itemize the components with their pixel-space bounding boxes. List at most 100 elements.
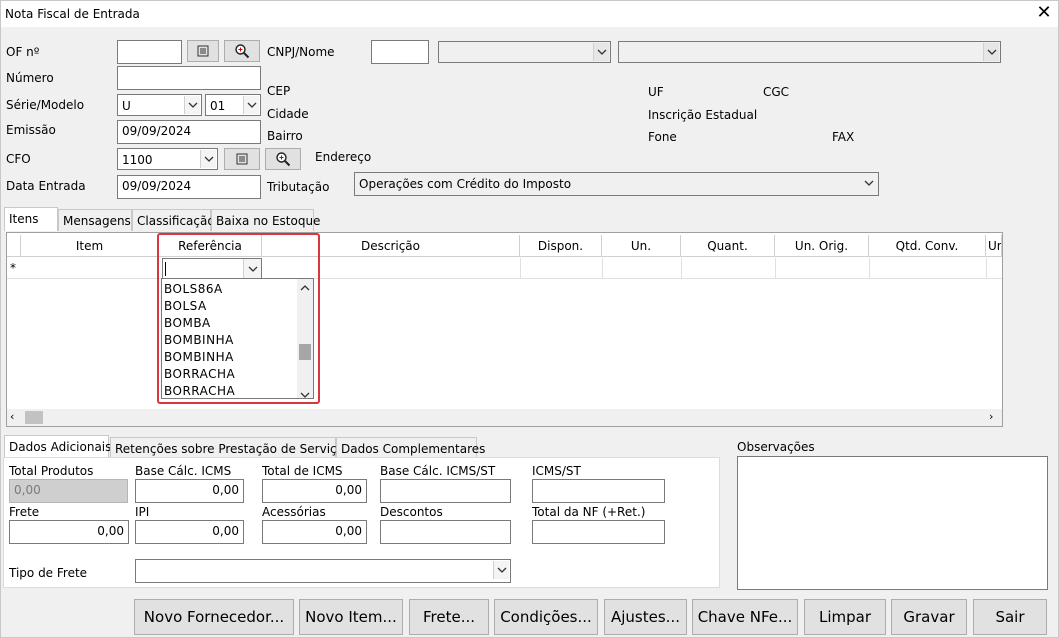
bairro-label: Bairro — [267, 129, 303, 143]
list-item[interactable]: BOMBINHA — [164, 350, 234, 364]
cfo-label: CFO — [6, 152, 31, 166]
descontos-field[interactable] — [380, 520, 511, 544]
acessorias-label: Acessórias — [262, 505, 326, 519]
column-quant[interactable]: Quant. — [681, 235, 775, 257]
cnpj-label: CNPJ/Nome — [267, 45, 335, 59]
horizontal-scrollbar[interactable]: ‹ › — [7, 409, 1002, 426]
tab-baixa-estoque[interactable]: Baixa no Estoque — [211, 209, 320, 231]
chevron-down-icon — [243, 96, 259, 114]
search-zoom-icon — [276, 152, 291, 167]
total-produtos-label: Total Produtos — [9, 464, 94, 478]
list-item[interactable]: BOLSA — [164, 299, 207, 313]
list-item[interactable]: BORRACHA — [164, 384, 235, 398]
list-item[interactable]: BOLS86A — [164, 282, 223, 296]
ipi-field[interactable]: 0,00 — [135, 520, 244, 544]
close-icon[interactable]: ✕ — [1031, 3, 1057, 25]
gravar-button[interactable]: Gravar — [891, 599, 967, 635]
total-produtos-field: 0,00 — [9, 479, 128, 503]
frete-button[interactable]: Frete... — [409, 599, 489, 635]
scrollbar-thumb[interactable] — [299, 344, 311, 360]
nome-select[interactable] — [618, 41, 1001, 63]
scrollbar-thumb[interactable] — [25, 411, 43, 424]
tab-mensagens[interactable]: Mensagens — [58, 209, 132, 231]
list-item[interactable]: BORRACHA — [164, 367, 235, 381]
tab-retencoes[interactable]: Retenções sobre Prestação de Serviços — [110, 437, 350, 459]
limpar-button[interactable]: Limpar — [804, 599, 886, 635]
total-icms-field[interactable]: 0,00 — [262, 479, 367, 503]
items-grid[interactable]: Item Referência Descrição Dispon. Un. Qu… — [6, 232, 1003, 427]
column-un-orig[interactable]: Un. Orig. — [775, 235, 869, 257]
numero-input[interactable] — [117, 66, 261, 90]
list-icon — [236, 153, 248, 165]
grid-divider — [520, 258, 521, 279]
scroll-left-icon[interactable]: ‹ — [10, 410, 14, 423]
base-icms-field[interactable]: 0,00 — [135, 479, 244, 503]
tipo-frete-select[interactable] — [135, 559, 511, 583]
scroll-down-icon[interactable] — [300, 387, 310, 401]
referencia-dropdown-list[interactable]: BOLS86A BOLSA BOMBA BOMBINHA BOMBINHA BO… — [161, 278, 314, 399]
title-bar: Nota Fiscal de Entrada ✕ — [1, 1, 1058, 27]
cgc-label: CGC — [763, 85, 790, 99]
cfo-list-button[interactable] — [224, 148, 260, 170]
sair-button[interactable]: Sair — [973, 599, 1047, 635]
cfo-search-button[interactable] — [265, 148, 301, 170]
tributacao-select[interactable]: Operações com Crédito do Imposto — [354, 172, 879, 196]
tab-dados-adicionais[interactable]: Dados Adicionais — [4, 435, 111, 459]
descontos-label: Descontos — [380, 505, 443, 519]
of-search-button[interactable] — [224, 40, 260, 62]
acessorias-field[interactable]: 0,00 — [262, 520, 367, 544]
modelo-value: 01 — [210, 99, 226, 113]
serie-select[interactable]: U — [117, 94, 202, 116]
condicoes-button[interactable]: Condições... — [494, 599, 598, 635]
data-entrada-label: Data Entrada — [6, 179, 86, 193]
emissao-label: Emissão — [6, 123, 56, 137]
column-un[interactable]: Un. — [602, 235, 681, 257]
vertical-scrollbar[interactable] — [297, 279, 313, 398]
of-list-button[interactable] — [187, 40, 219, 62]
chevron-down-icon — [593, 43, 609, 61]
cfo-select[interactable]: 1100 — [117, 148, 218, 170]
ajustes-button[interactable]: Ajustes... — [604, 599, 687, 635]
list-item[interactable]: BOMBA — [164, 316, 211, 330]
chave-nfe-button[interactable]: Chave NFe... — [692, 599, 798, 635]
column-ur[interactable]: Ur — [986, 235, 1002, 257]
chevron-down-icon — [493, 561, 509, 579]
tab-itens[interactable]: Itens — [4, 207, 58, 231]
novo-fornecedor-button[interactable]: Novo Fornecedor... — [134, 599, 294, 635]
tab-dados-complementares[interactable]: Dados Complementares — [336, 437, 485, 459]
numero-label: Número — [6, 71, 54, 85]
new-row-marker: * — [10, 261, 16, 275]
emissao-input[interactable]: 09/09/2024 — [117, 120, 261, 144]
cnpj-select[interactable] — [438, 41, 611, 63]
of-input[interactable] — [117, 40, 182, 64]
cell-item[interactable] — [21, 258, 159, 279]
modelo-select[interactable]: 01 — [205, 94, 261, 116]
list-item[interactable]: BOMBINHA — [164, 333, 234, 347]
bottom-tabs: Dados Adicionais Retenções sobre Prestaç… — [1, 435, 721, 459]
column-item[interactable]: Item — [21, 235, 159, 257]
endereco-label: Endereço — [315, 150, 372, 164]
column-dispon[interactable]: Dispon. — [520, 235, 602, 257]
chevron-down-icon — [861, 174, 877, 192]
serie-value: U — [122, 99, 131, 113]
chevron-down-icon — [184, 96, 200, 114]
frete-field[interactable]: 0,00 — [9, 520, 129, 544]
grid-divider — [775, 258, 776, 279]
scroll-up-icon[interactable] — [300, 280, 310, 294]
column-qtd-conv[interactable]: Qtd. Conv. — [869, 235, 986, 257]
ipi-label: IPI — [135, 505, 150, 519]
novo-item-button[interactable]: Novo Item... — [299, 599, 403, 635]
icms-st-label: ICMS/ST — [532, 464, 581, 478]
tab-classificacao[interactable]: Classificação — [132, 209, 215, 231]
fax-label: FAX — [832, 130, 855, 144]
cidade-label: Cidade — [267, 107, 309, 121]
total-nf-field[interactable] — [532, 520, 665, 544]
tributacao-value: Operações com Crédito do Imposto — [359, 177, 572, 191]
scroll-right-icon[interactable]: › — [989, 410, 993, 423]
icms-st-field[interactable] — [532, 479, 665, 503]
base-icms-st-field[interactable] — [380, 479, 511, 503]
data-entrada-input[interactable]: 09/09/2024 — [117, 175, 261, 199]
cnpj-input[interactable] — [371, 40, 429, 64]
search-zoom-icon — [235, 44, 250, 59]
observacoes-textarea[interactable] — [737, 456, 1048, 590]
